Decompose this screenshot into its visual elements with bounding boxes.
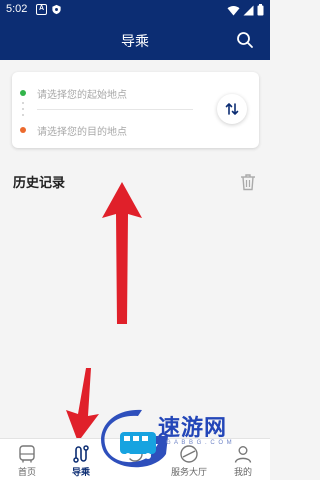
annotation-arrow-down [66, 368, 99, 442]
wifi-icon [227, 5, 240, 15]
route-icon [73, 445, 89, 463]
bus-icon [19, 445, 35, 463]
start-dot [20, 90, 26, 96]
destination-field[interactable]: 请选择您的目的地点 [37, 123, 127, 138]
battery-icon [257, 4, 264, 16]
watermark-text: 速游网 [158, 416, 228, 441]
status-bar: 5:02 A [0, 0, 270, 20]
route-card: 请选择您的起始地点 请选择您的目的地点 [12, 72, 259, 148]
a-icon: A [36, 4, 47, 15]
search-icon[interactable] [236, 31, 254, 49]
watermark-subtext: G A B B G . C O M [166, 440, 233, 446]
signal-icon [243, 5, 254, 15]
trash-icon[interactable] [240, 173, 256, 191]
swap-vertical-icon [225, 103, 239, 115]
annotation-arrow-up [102, 182, 142, 324]
tab-home-label: 首页 [17, 468, 36, 478]
tab-home[interactable]: 首页 [0, 439, 54, 480]
app-bar: 导乘 [0, 20, 270, 60]
swap-button[interactable] [217, 94, 247, 124]
shield-icon [52, 4, 61, 15]
route-connector [22, 102, 24, 120]
page-title: 导乘 [121, 34, 149, 50]
history-title: 历史记录 [13, 176, 66, 191]
end-dot [20, 127, 26, 133]
status-time: 5:02 [6, 3, 28, 15]
start-location-field[interactable]: 请选择您的起始地点 [37, 86, 127, 101]
field-divider [37, 109, 193, 110]
